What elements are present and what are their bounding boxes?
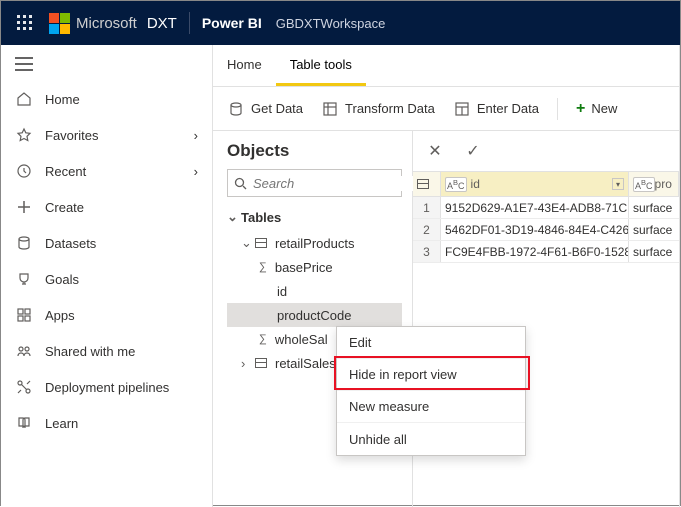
- sidebar-item-label: Recent: [45, 164, 86, 179]
- sidebar-item-label: Goals: [45, 272, 79, 287]
- table-icon: [417, 179, 429, 189]
- transform-icon: [321, 100, 339, 118]
- enter-data-button[interactable]: Enter Data: [453, 100, 539, 118]
- cm-hide-in-report-view[interactable]: Hide in report view: [337, 359, 525, 391]
- sidebar-item-shared[interactable]: Shared with me: [1, 333, 212, 369]
- table-row[interactable]: 3 FC9E4FBB-1972-4F61-B6F0-15282C… surfac…: [413, 241, 679, 263]
- sidebar-item-pipelines[interactable]: Deployment pipelines: [1, 369, 212, 405]
- shared-icon: [15, 343, 33, 359]
- ms-logo-icon: [49, 13, 70, 34]
- text-type-icon: ABC: [445, 177, 467, 192]
- sidebar-item-label: Learn: [45, 416, 78, 431]
- table-row[interactable]: 2 5462DF01-3D19-4846-84E4-C42681… surfac…: [413, 219, 679, 241]
- cm-new-measure[interactable]: New measure: [337, 391, 525, 423]
- sidebar-item-label: Create: [45, 200, 84, 215]
- sidebar-item-label: Shared with me: [45, 344, 135, 359]
- plus-icon: +: [576, 100, 585, 118]
- text-type-icon: ABC: [633, 177, 655, 192]
- objects-title: Objects: [227, 141, 402, 161]
- product-name[interactable]: Power BI: [202, 15, 262, 31]
- tree-field-id[interactable]: id: [227, 279, 402, 303]
- home-icon: [15, 91, 33, 107]
- sidebar-item-learn[interactable]: Learn: [1, 405, 212, 441]
- table-row[interactable]: 1 9152D629-A1E7-43E4-ADB8-71CB2… surface: [413, 197, 679, 219]
- clock-icon: [15, 163, 33, 179]
- table-icon: [255, 358, 267, 368]
- hamburger-icon[interactable]: [1, 53, 212, 81]
- chevron-right-icon: ›: [194, 128, 198, 143]
- tables-header[interactable]: ⌄Tables: [227, 209, 402, 225]
- transform-data-button[interactable]: Transform Data: [321, 100, 435, 118]
- pipeline-icon: [15, 379, 33, 395]
- waffle-icon[interactable]: [7, 5, 43, 41]
- column-header-id[interactable]: ABCid▾: [441, 172, 629, 196]
- chevron-right-icon: ›: [194, 164, 198, 179]
- sidebar-item-home[interactable]: Home: [1, 81, 212, 117]
- grid-confirm-button[interactable]: ✓: [459, 137, 487, 165]
- plus-icon: [15, 199, 33, 215]
- get-data-button[interactable]: Get Data: [227, 100, 303, 118]
- enter-data-icon: [453, 100, 471, 118]
- left-rail: Home Favorites › Recent › Create Dataset…: [1, 45, 213, 507]
- cm-edit[interactable]: Edit: [337, 327, 525, 359]
- sidebar-item-goals[interactable]: Goals: [1, 261, 212, 297]
- grid-cancel-button[interactable]: ✕: [421, 137, 449, 165]
- grid-corner[interactable]: [413, 172, 441, 196]
- get-data-icon: [227, 100, 245, 118]
- table-icon: [255, 238, 267, 248]
- sidebar-item-label: Home: [45, 92, 80, 107]
- column-header-pro[interactable]: ABCpro: [629, 172, 679, 196]
- learn-icon: [15, 415, 33, 431]
- sidebar-item-label: Datasets: [45, 236, 96, 251]
- tab-home[interactable]: Home: [213, 45, 276, 86]
- sidebar-item-label: Favorites: [45, 128, 98, 143]
- star-icon: [15, 127, 33, 143]
- tab-bar: Home Table tools: [213, 45, 679, 87]
- ribbon: Get Data Transform Data Enter Data + New: [213, 87, 679, 131]
- database-icon: [15, 235, 33, 251]
- trophy-icon: [15, 271, 33, 287]
- workspace-name[interactable]: GBDXTWorkspace: [276, 16, 386, 31]
- tree-field-baseprice[interactable]: basePrice: [227, 255, 402, 279]
- apps-icon: [15, 307, 33, 323]
- sidebar-item-label: Deployment pipelines: [45, 380, 169, 395]
- brand-suffix: DXT: [147, 15, 177, 32]
- sidebar-item-favorites[interactable]: Favorites ›: [1, 117, 212, 153]
- cm-unhide-all[interactable]: Unhide all: [337, 423, 525, 455]
- sidebar-item-recent[interactable]: Recent ›: [1, 153, 212, 189]
- tree-field-productcode[interactable]: productCode: [227, 303, 402, 327]
- context-menu: Edit Hide in report view New measure Unh…: [336, 326, 526, 456]
- tree-table-retailproducts[interactable]: ⌄retailProducts: [227, 231, 402, 255]
- top-header: Microsoft DXT Power BI GBDXTWorkspace: [1, 1, 680, 45]
- sidebar-item-datasets[interactable]: Datasets: [1, 225, 212, 261]
- sidebar-item-create[interactable]: Create: [1, 189, 212, 225]
- search-input[interactable]: [227, 169, 402, 197]
- dropdown-icon[interactable]: ▾: [612, 178, 624, 190]
- tab-table-tools[interactable]: Table tools: [276, 45, 366, 86]
- new-button[interactable]: + New: [576, 100, 617, 118]
- brand-text: Microsoft: [76, 15, 137, 32]
- search-icon: [234, 177, 247, 190]
- sidebar-item-apps[interactable]: Apps: [1, 297, 212, 333]
- sidebar-item-label: Apps: [45, 308, 75, 323]
- ms-logo: Microsoft DXT: [49, 13, 177, 34]
